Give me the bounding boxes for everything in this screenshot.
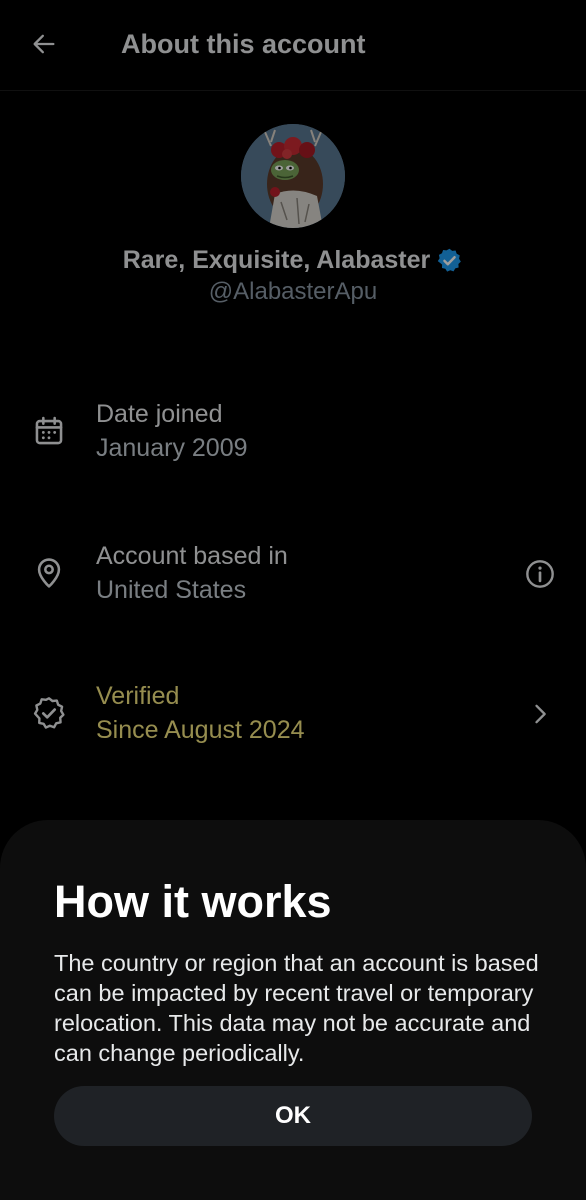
account-based-in-label: Account based in bbox=[96, 542, 288, 570]
account-based-in-value: United States bbox=[96, 576, 247, 604]
location-pin-icon bbox=[30, 554, 68, 592]
verified-badge-outline-icon bbox=[30, 694, 68, 732]
date-joined-value: January 2009 bbox=[96, 434, 248, 462]
profile-handle: @AlabasterApu bbox=[208, 278, 378, 305]
info-row-account-based-in[interactable]: Account based in United States bbox=[0, 538, 586, 618]
info-row-verified[interactable]: Verified Since August 2024 bbox=[0, 678, 586, 758]
avatar[interactable] bbox=[241, 124, 345, 228]
verified-badge-icon bbox=[436, 247, 463, 274]
back-button[interactable] bbox=[26, 26, 62, 62]
display-name: Rare, Exquisite, Alabaster bbox=[122, 245, 431, 274]
app-header: About this account bbox=[0, 0, 586, 88]
ok-button[interactable]: OK bbox=[54, 1086, 532, 1146]
profile-name-row: Rare, Exquisite, Alabaster bbox=[0, 240, 586, 280]
page-title: About this account bbox=[121, 29, 366, 59]
avatar-illustration bbox=[241, 124, 345, 228]
sheet-title: How it works bbox=[54, 876, 332, 927]
info-circle-icon[interactable] bbox=[522, 556, 558, 592]
calendar-icon bbox=[30, 412, 68, 450]
info-row-date-joined: Date joined January 2009 bbox=[0, 396, 586, 476]
sheet-body-text: The country or region that an account is… bbox=[54, 950, 539, 1066]
chevron-right-icon[interactable] bbox=[522, 696, 558, 732]
date-joined-label: Date joined bbox=[96, 400, 223, 428]
about-account-screen: About this account Rare, Exquisite, Alab… bbox=[0, 0, 586, 1200]
header-divider bbox=[0, 90, 586, 91]
arrow-left-icon bbox=[33, 34, 55, 54]
verified-label: Verified bbox=[96, 682, 180, 710]
how-it-works-sheet: How it works The country or region that … bbox=[0, 820, 586, 1200]
verified-since-value: Since August 2024 bbox=[96, 716, 305, 744]
